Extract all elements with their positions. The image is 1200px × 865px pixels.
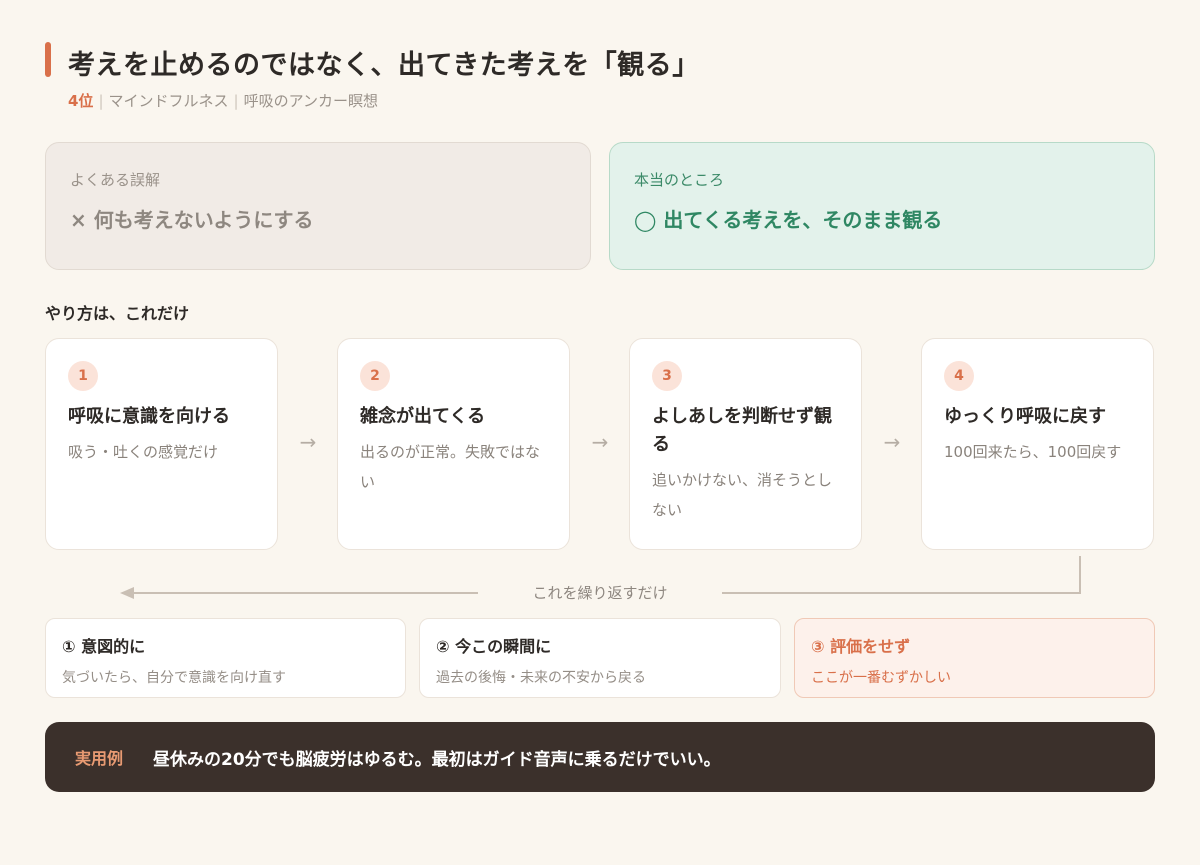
banner-text: 昼休みの20分でも脳疲労はゆるむ。最初はガイド音声に乗るだけでいい。 [153,749,721,770]
point-title: ① 意図的に [62,637,146,656]
point-title: ② 今この瞬間に [436,637,552,656]
point-card-1: ① 意図的に 気づいたら、自分で意識を向け直す [45,618,406,698]
loop-line-right [722,556,1081,594]
example-banner: 実用例 昼休みの20分でも脳疲労はゆるむ。最初はガイド音声に乗るだけでいい。 [45,722,1155,792]
point-description: 気づいたら、自分で意識を向け直す [62,670,286,686]
point-description: 過去の後悔・未来の不安から戻る [436,670,646,686]
point-title: ③ 評価をせず [811,637,911,656]
point-description: ここが一番むずかしい [811,670,951,686]
loop-arrowhead-icon [120,587,134,599]
point-card-2: ② 今この瞬間に 過去の後悔・未来の不安から戻る [419,618,781,698]
point-card-3: ③ 評価をせず ここが一番むずかしい [794,618,1155,698]
loop-label: これを繰り返すだけ [532,584,668,602]
banner-tag: 実用例 [75,749,124,768]
